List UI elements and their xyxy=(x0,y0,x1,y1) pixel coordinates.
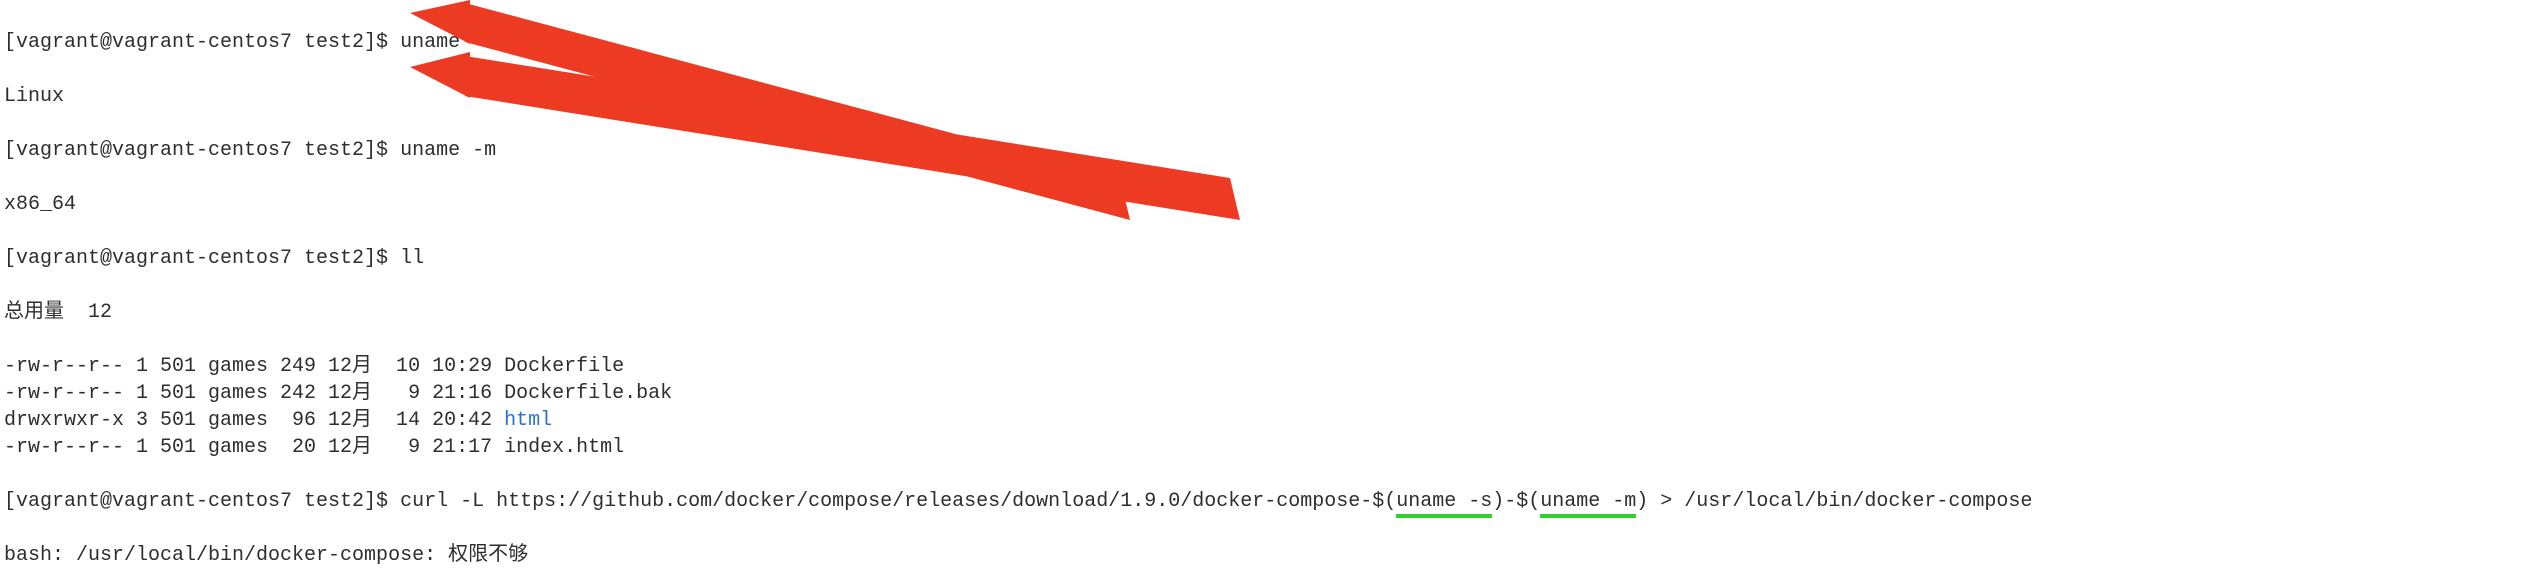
output-line: 总用量 12 xyxy=(4,299,2544,326)
prompt-line[interactable]: [vagrant@vagrant-centos7 test2]$ uname -… xyxy=(4,29,2544,56)
shell-prompt: [vagrant@vagrant-centos7 test2]$ xyxy=(4,139,400,162)
file-name: Dockerfile xyxy=(504,355,624,378)
file-list-row: drwxrwxr-x 3 501 games 96 12月 14 20:42 h… xyxy=(4,407,2544,434)
prompt-line[interactable]: [vagrant@vagrant-centos7 test2]$ uname -… xyxy=(4,137,2544,164)
file-list-row: -rw-r--r-- 1 501 games 20 12月 9 21:17 in… xyxy=(4,434,2544,461)
uname-m-token: uname -m xyxy=(1540,490,1636,518)
command-text: ll xyxy=(400,247,424,270)
output-line: bash: /usr/local/bin/docker-compose: 权限不… xyxy=(4,542,2544,569)
output-line: Linux xyxy=(4,83,2544,110)
file-list-row: -rw-r--r-- 1 501 games 249 12月 10 10:29 … xyxy=(4,353,2544,380)
prompt-line[interactable]: [vagrant@vagrant-centos7 test2]$ curl -L… xyxy=(4,488,2544,515)
command-text: curl -L https://github.com/docker/compos… xyxy=(400,490,1396,513)
shell-prompt: [vagrant@vagrant-centos7 test2]$ xyxy=(4,247,400,270)
command-text: uname -s xyxy=(400,31,496,54)
file-name: index.html xyxy=(504,436,624,459)
command-text: ) > /usr/local/bin/docker-compose xyxy=(1636,490,2032,513)
file-list-row: -rw-r--r-- 1 501 games 242 12月 9 21:16 D… xyxy=(4,380,2544,407)
prompt-line[interactable]: [vagrant@vagrant-centos7 test2]$ ll xyxy=(4,245,2544,272)
shell-prompt: [vagrant@vagrant-centos7 test2]$ xyxy=(4,490,400,513)
command-text: )-$( xyxy=(1492,490,1540,513)
uname-s-token: uname -s xyxy=(1396,490,1492,518)
terminal-output: [vagrant@vagrant-centos7 test2]$ uname -… xyxy=(0,0,2548,578)
shell-prompt: [vagrant@vagrant-centos7 test2]$ xyxy=(4,31,400,54)
command-text: uname -m xyxy=(400,139,496,162)
file-name: Dockerfile.bak xyxy=(504,382,672,405)
output-line: x86_64 xyxy=(4,191,2544,218)
file-name: html xyxy=(504,409,552,432)
